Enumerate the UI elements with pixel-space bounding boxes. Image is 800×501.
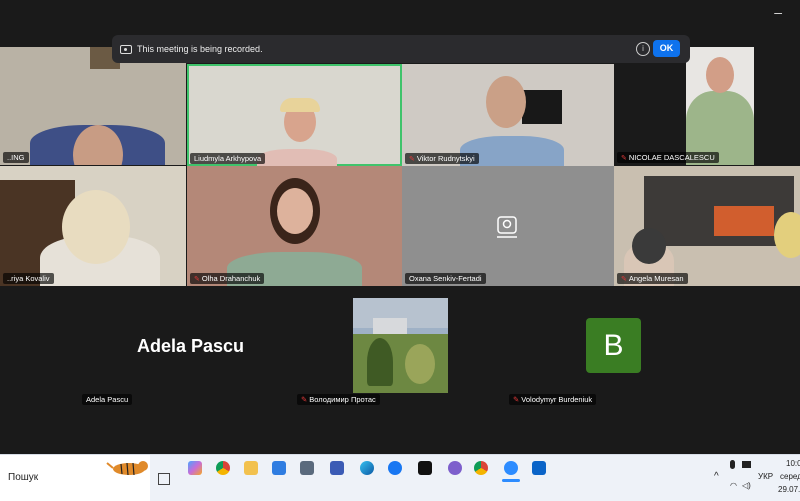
task-view-icon[interactable] — [158, 473, 170, 485]
mic-icon[interactable] — [730, 460, 735, 469]
mic-muted-icon: ✎ — [621, 276, 627, 283]
file-explorer-icon[interactable] — [244, 461, 258, 475]
windows-taskbar: Пошук ^ ◠ ◁) УКР 10:0 серед 29.07.2 — [0, 454, 800, 501]
outlook-icon[interactable] — [532, 461, 546, 475]
participant-name: Liudmyla Arkhypova — [194, 154, 262, 163]
clock-time[interactable]: 10:0 — [786, 459, 800, 468]
video-tile[interactable]: ..ING — [0, 47, 186, 165]
video-tile[interactable]: ✎ Angela Muresan — [614, 166, 800, 286]
participant-name: ..ING — [7, 153, 25, 162]
mic-muted-icon: ✎ — [409, 156, 415, 163]
facebook-icon[interactable] — [388, 461, 402, 475]
video-tile[interactable] — [353, 298, 448, 393]
calendar-icon[interactable] — [272, 461, 286, 475]
participant-name: ✎ Володимир Протас — [297, 394, 380, 405]
tiger-search-highlight-icon — [106, 461, 148, 476]
keyboard-language[interactable]: УКР — [758, 472, 773, 481]
camera-off-icon — [497, 216, 517, 238]
participant-name: ..riya Kovaliv — [7, 274, 50, 283]
participant-name: ✎ Volodymyr Burdeniuk — [509, 394, 597, 405]
volume-icon[interactable]: ◁) — [742, 481, 751, 490]
mic-muted-icon: ✎ — [301, 395, 308, 404]
teams-icon[interactable] — [742, 461, 751, 468]
participant-name: Viktor Rudnytskyi — [416, 154, 475, 163]
chrome-icon[interactable] — [216, 461, 230, 475]
participant-name: Oxana Senkiv-Fertadi — [409, 274, 482, 283]
video-tile-active[interactable]: Liudmyla Arkhypova — [187, 64, 402, 166]
viber-icon[interactable] — [448, 461, 462, 475]
active-app-indicator — [502, 479, 520, 482]
info-icon[interactable]: i — [636, 42, 650, 56]
capcut-icon[interactable] — [418, 461, 432, 475]
participant-avatar: B — [586, 318, 641, 373]
search-box[interactable]: Пошук — [0, 455, 150, 501]
recording-camera-icon — [120, 44, 132, 54]
calculator-icon[interactable] — [300, 461, 314, 475]
mic-muted-icon: ✎ — [621, 155, 627, 162]
chevron-up-icon[interactable]: ^ — [714, 471, 719, 482]
search-label: Пошук — [8, 472, 39, 483]
participant-name: Adela Pascu — [82, 394, 133, 405]
copilot-icon[interactable] — [188, 461, 202, 475]
recording-text: This meeting is being recorded. — [137, 44, 263, 54]
video-tile[interactable]: ✎ NICOLAE DASCALESCU — [614, 47, 800, 165]
mic-muted-icon: ✎ — [194, 276, 200, 283]
edge-icon[interactable] — [360, 461, 374, 475]
clock-date[interactable]: 29.07.2 — [778, 485, 800, 494]
chrome2-icon[interactable] — [474, 461, 488, 475]
save-icon[interactable] — [330, 461, 344, 475]
participant-big-name: Adela Pascu — [137, 336, 245, 356]
wifi-icon[interactable]: ◠ — [730, 481, 737, 490]
video-tile[interactable]: ✎ Viktor Rudnytskyi — [402, 64, 614, 166]
clock-day[interactable]: серед — [780, 472, 800, 481]
participant-name: NICOLAE DASCALESCU — [628, 153, 715, 162]
video-tile[interactable]: ..riya Kovaliv — [0, 166, 186, 286]
ok-button[interactable]: OK — [653, 40, 680, 57]
minimize-icon[interactable]: – — [774, 4, 782, 20]
video-tile[interactable]: ✎ Olha Drahanchuk — [187, 166, 402, 286]
participant-name: Angela Muresan — [628, 274, 684, 283]
meeting-window: – ..ING Liudmyla Arkhypova ✎ Viktor Rudny… — [0, 0, 800, 454]
zoom-icon[interactable] — [504, 461, 518, 475]
monitor — [522, 90, 562, 124]
video-tile-off[interactable]: Oxana Senkiv-Fertadi — [402, 166, 614, 286]
mic-muted-icon: ✎ — [513, 395, 520, 404]
recording-banner: This meeting is being recorded. i OK — [112, 35, 690, 63]
participant-name: Olha Drahanchuk — [201, 274, 261, 283]
